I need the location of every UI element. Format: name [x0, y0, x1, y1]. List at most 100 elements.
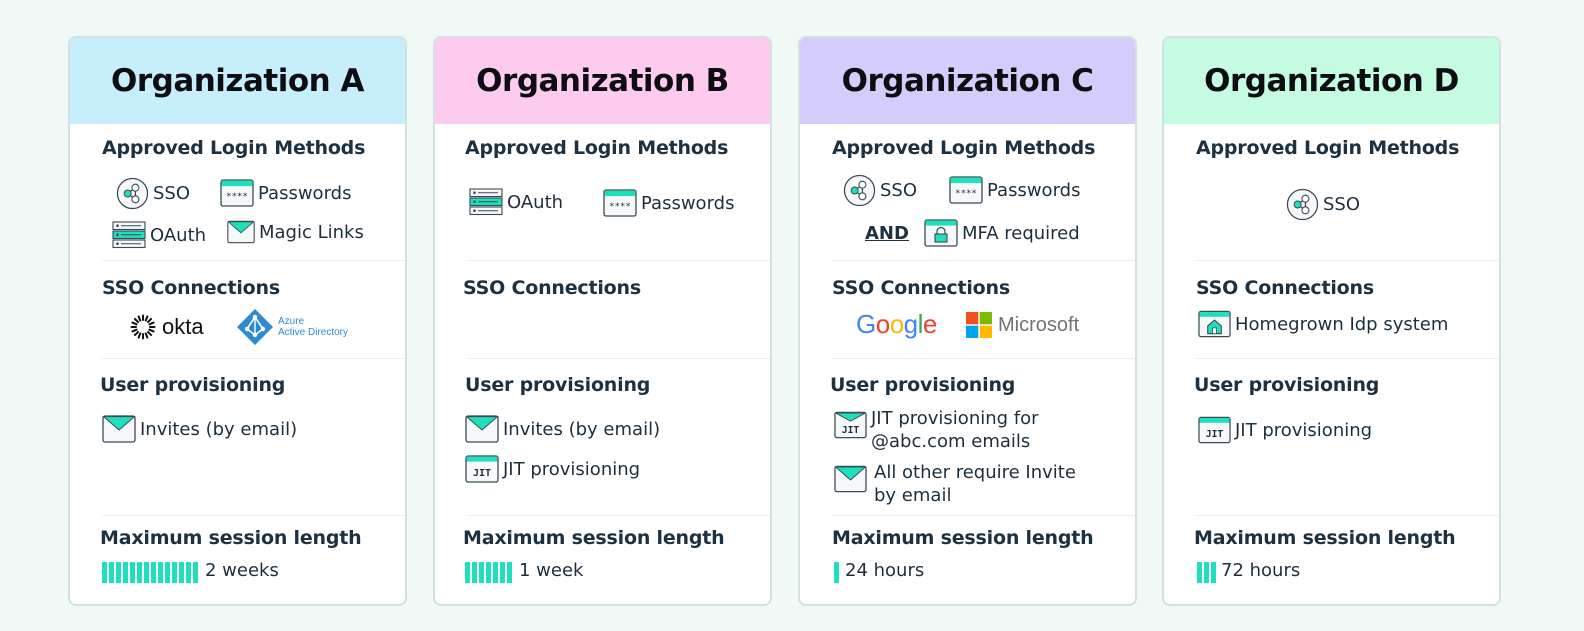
login-method-passwords: Passwords — [603, 189, 734, 217]
login-method-label: Magic Links — [259, 221, 364, 243]
session-length-title: Maximum session length — [463, 527, 725, 549]
azure-wordmark-line1: Azure — [278, 316, 305, 327]
microsoft-logo — [966, 312, 992, 338]
divider — [102, 515, 405, 516]
user-provisioning-title: User provisioning — [830, 374, 1016, 396]
login-methods-title: Approved Login Methods — [832, 137, 1096, 159]
password-icon — [949, 176, 983, 204]
provisioning-label: JIT provisioning — [503, 458, 641, 480]
session-bar-segment — [479, 562, 484, 583]
and-label: AND — [865, 223, 909, 244]
provisioning-label-line1: JIT provisioning for — [871, 408, 1039, 429]
session-length-bars — [102, 562, 198, 583]
divider — [467, 260, 770, 261]
session-bar-segment — [116, 562, 121, 583]
session-length-value: 24 hours — [845, 560, 925, 581]
envelope-icon — [465, 415, 499, 443]
sso-connection-okta: okta — [130, 314, 204, 340]
login-method-sso: SSO — [116, 177, 190, 210]
login-method-label: SSO — [880, 180, 918, 201]
provisioning-invites: Invites (by email) — [465, 415, 660, 443]
session-bar-segment — [179, 562, 184, 583]
jit-icon — [465, 455, 499, 483]
session-length-bars — [1197, 562, 1216, 583]
session-bar-segment — [158, 562, 163, 583]
provisioning-label: JIT provisioning — [1235, 419, 1373, 441]
org-card-c: Organization C Approved Login Methods SS… — [798, 36, 1137, 606]
session-bar-segment — [507, 562, 512, 583]
divider — [832, 515, 1135, 516]
sso-connection-homegrown-idp: Homegrown Idp system — [1198, 310, 1448, 338]
session-bar-segment — [500, 562, 505, 583]
sso-connection-azure-ad: Azure Active Directory — [236, 308, 348, 346]
login-method-label: OAuth — [507, 191, 564, 213]
provisioning-jit: JIT provisioning — [465, 455, 640, 483]
provisioning-invite-others: All other require Invite by email — [834, 461, 1076, 507]
session-bar-segment — [151, 562, 156, 583]
divider — [1196, 260, 1499, 261]
org-header: Organization D — [1164, 38, 1499, 124]
password-icon — [220, 179, 254, 207]
org-title: Organization D — [1204, 63, 1459, 99]
login-method-sso: SSO — [1286, 188, 1360, 221]
org-header: Organization C — [800, 38, 1135, 124]
sso-icon — [1286, 188, 1319, 221]
login-methods-title: Approved Login Methods — [102, 137, 366, 159]
homegrown-idp-icon — [1198, 310, 1231, 338]
user-provisioning-title: User provisioning — [465, 374, 651, 396]
session-length-value: 1 week — [519, 560, 584, 581]
jit-icon — [1198, 416, 1231, 444]
session-bar-segment — [172, 562, 177, 583]
password-icon — [603, 189, 637, 217]
session-length-value: 72 hours — [1221, 560, 1301, 581]
google-logo: Google — [856, 309, 937, 339]
session-bar-segment — [102, 562, 107, 583]
session-bar-segment — [144, 562, 149, 583]
sso-icon — [843, 174, 876, 207]
org-title: Organization B — [476, 63, 729, 99]
session-bar-segment — [137, 562, 142, 583]
login-method-label: SSO — [1323, 194, 1361, 215]
sso-connection-microsoft: Microsoft — [966, 312, 1079, 338]
sso-connections-title: SSO Connections — [463, 277, 641, 299]
provisioning-jit: JIT provisioning — [1198, 416, 1372, 444]
session-bar-segment — [193, 562, 198, 583]
login-method-sso: SSO — [843, 174, 917, 207]
envelope-icon — [102, 415, 136, 443]
divider — [832, 358, 1135, 359]
okta-logo — [130, 314, 156, 340]
session-bar-segment — [1197, 562, 1202, 583]
provisioning-invites: Invites (by email) — [102, 415, 297, 443]
okta-wordmark: okta — [162, 314, 204, 339]
login-method-label: OAuth — [150, 224, 207, 246]
login-method-passwords: Passwords — [949, 176, 1080, 204]
sso-connection-label: Homegrown Idp system — [1235, 313, 1449, 335]
session-length-bars — [834, 562, 839, 583]
session-bar-segment — [472, 562, 477, 583]
session-length-bars — [465, 562, 512, 583]
session-bar-segment — [834, 562, 839, 583]
login-method-label: Passwords — [258, 182, 352, 204]
login-method-mfa: MFA required — [924, 219, 1080, 247]
login-method-label: MFA required — [962, 222, 1080, 244]
login-method-label: SSO — [153, 183, 191, 204]
login-methods-title: Approved Login Methods — [1196, 137, 1460, 159]
mfa-lock-icon — [924, 219, 958, 247]
jit-envelope-icon — [834, 411, 867, 439]
sso-icon — [116, 177, 149, 210]
azure-wordmark-line2: Active Directory — [278, 327, 349, 338]
login-method-oauth: OAuth — [469, 188, 563, 216]
provisioning-label-line1: All other require Invite — [874, 462, 1076, 483]
session-bar-segment — [123, 562, 128, 583]
session-bar-segment — [130, 562, 135, 583]
divider — [102, 260, 405, 261]
login-methods-title: Approved Login Methods — [465, 137, 729, 159]
divider — [1196, 358, 1499, 359]
provisioning-label: Invites (by email) — [140, 418, 298, 440]
session-bar-segment — [165, 562, 170, 583]
session-bar-segment — [493, 562, 498, 583]
org-card-a: Organization A Approved Login Methods SS… — [68, 36, 407, 606]
user-provisioning-title: User provisioning — [100, 374, 286, 396]
login-method-passwords: Passwords — [220, 179, 351, 207]
divider — [102, 358, 405, 359]
